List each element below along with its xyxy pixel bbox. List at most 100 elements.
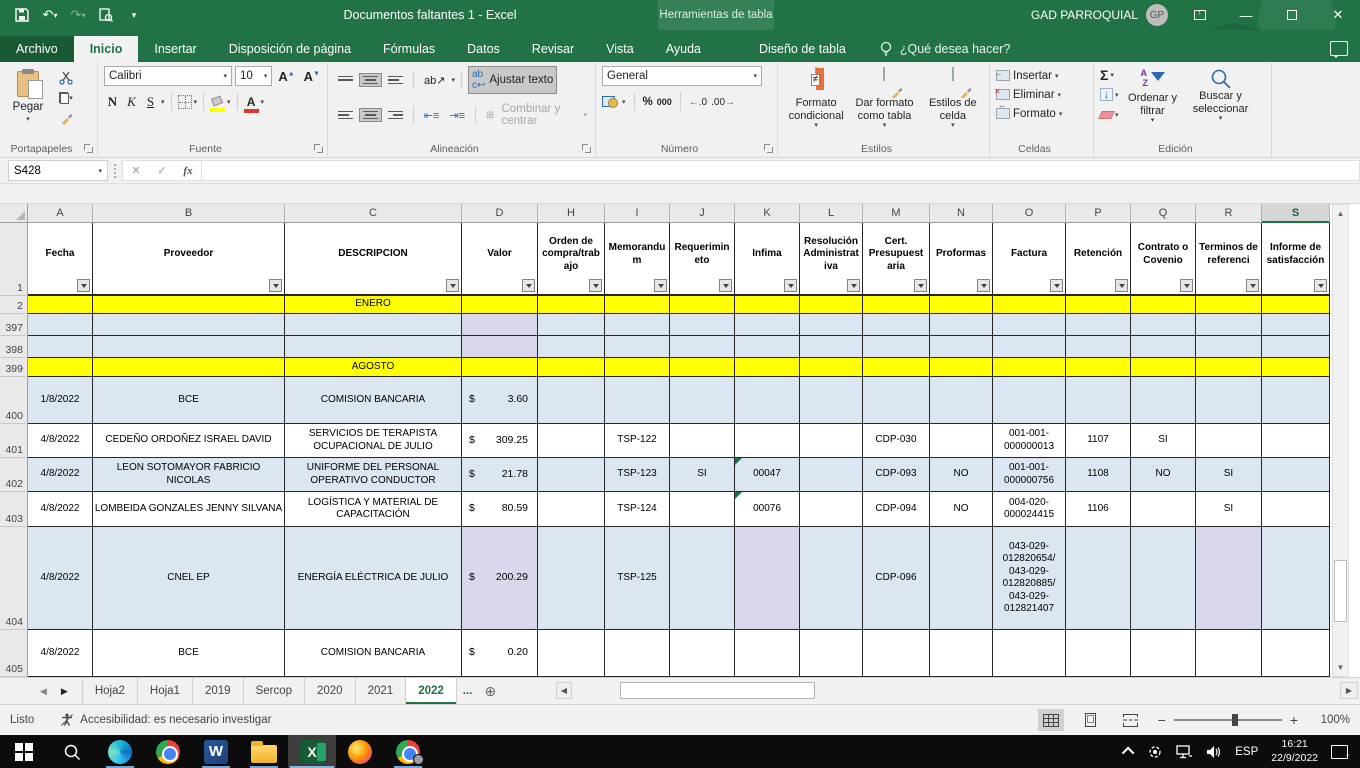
cell-S404[interactable] [1262,527,1330,630]
cell-D402[interactable]: $21.78 [462,458,538,492]
cell-S403[interactable] [1262,492,1330,527]
cell-Q401[interactable]: SI [1131,424,1196,458]
cell-K403[interactable]: 00076 [735,492,800,527]
cell-P400[interactable] [1066,377,1131,424]
cell-C2[interactable]: ENERO [285,296,462,314]
sort-filter-button[interactable]: AZ Ordenar y filtrar▾ [1119,68,1187,125]
chrome-profile-icon[interactable] [384,735,432,768]
cell-M404[interactable]: CDP-096 [863,527,930,630]
sheet-tab-2022[interactable]: 2022 [406,678,457,704]
cell-L403[interactable] [800,492,863,527]
cell-S398[interactable] [1262,336,1330,358]
cell-I397[interactable] [605,314,670,336]
autosum-icon[interactable]: Σ▾ [1100,66,1119,83]
network-icon[interactable] [1176,745,1193,759]
header-cell-H[interactable]: Orden de compra/trabajo [538,223,605,296]
cell-K397[interactable] [735,314,800,336]
cell-I400[interactable] [605,377,670,424]
column-header-H[interactable]: H [538,204,605,223]
clock[interactable]: 16:21 22/9/2022 [1271,738,1318,765]
cell-H399[interactable] [538,358,605,377]
paste-button[interactable]: Pegar ▾ [6,68,50,126]
close-icon[interactable]: ✕ [1316,0,1360,30]
cell-C400[interactable]: COMISION BANCARIA [285,377,462,424]
page-break-view-icon[interactable] [1118,709,1144,731]
cell-H402[interactable] [538,458,605,492]
cell-R401[interactable] [1196,424,1262,458]
column-header-S[interactable]: S [1262,204,1330,223]
header-cell-L[interactable]: Resolución Administrativa [800,223,863,296]
cell-L397[interactable] [800,314,863,336]
cell-S405[interactable] [1262,630,1330,677]
cell-P401[interactable]: 1107 [1066,424,1131,458]
column-header-A[interactable]: A [28,204,93,223]
language-indicator[interactable]: ESP [1235,746,1258,758]
cell-R399[interactable] [1196,358,1262,377]
filter-button[interactable] [1314,279,1327,292]
zoom-slider[interactable] [1174,719,1282,721]
cell-H405[interactable] [538,630,605,677]
filter-button[interactable] [654,279,667,292]
cell-I404[interactable]: TSP-125 [605,527,670,630]
print-preview-icon[interactable] [94,4,118,26]
cell-A403[interactable]: 4/8/2022 [28,492,93,527]
cell-L404[interactable] [800,527,863,630]
cell-S402[interactable] [1262,458,1330,492]
cell-R2[interactable] [1196,296,1262,314]
cell-B399[interactable] [93,358,285,377]
cell-B401[interactable]: CEDEÑO ORDOÑEZ ISRAEL DAVID [93,424,285,458]
insert-cells-button[interactable]: Insertar▾ [996,66,1089,85]
clear-icon[interactable]: ▾ [1100,106,1119,123]
header-cell-D[interactable]: Valor [462,223,538,296]
cell-P399[interactable] [1066,358,1131,377]
cancel-entry-icon[interactable]: ✕ [123,164,149,177]
cell-N399[interactable] [930,358,993,377]
cell-H401[interactable] [538,424,605,458]
cell-L405[interactable] [800,630,863,677]
action-center-icon[interactable] [1331,745,1348,759]
fill-icon[interactable]: ↓▾ [1100,86,1119,103]
cell-N403[interactable]: NO [930,492,993,527]
cell-R398[interactable] [1196,336,1262,358]
edge-icon[interactable] [96,735,144,768]
restore-icon[interactable] [1270,0,1314,30]
cell-A404[interactable]: 4/8/2022 [28,527,93,630]
cell-J398[interactable] [670,336,735,358]
firefox-icon[interactable] [336,735,384,768]
increase-font-icon[interactable]: A▲ [275,69,297,84]
row-number-404[interactable]: 404 [0,527,28,630]
filter-button[interactable] [1246,279,1259,292]
cell-K405[interactable] [735,630,800,677]
cell-I398[interactable] [605,336,670,358]
cell-Q397[interactable] [1131,314,1196,336]
filter-button[interactable] [914,279,927,292]
cell-J400[interactable] [670,377,735,424]
italic-button[interactable]: K [123,94,140,110]
column-header-O[interactable]: O [993,204,1066,223]
header-cell-S[interactable]: Informe de satisfacción [1262,223,1330,296]
format-as-table-button[interactable]: Dar formato como tabla▾ [852,68,916,130]
cell-R403[interactable]: SI [1196,492,1262,527]
decrease-decimal-icon[interactable]: .00→ [711,97,735,108]
vertical-scrollbar[interactable]: ▲ ▼ [1332,204,1349,677]
cell-Q405[interactable] [1131,630,1196,677]
find-select-button[interactable]: Buscar y seleccionar▾ [1187,68,1255,125]
cell-P2[interactable] [1066,296,1131,314]
cell-K400[interactable] [735,377,800,424]
cell-A405[interactable]: 4/8/2022 [28,630,93,677]
column-header-Q[interactable]: Q [1131,204,1196,223]
zoom-out-icon[interactable]: − [1158,712,1166,728]
cell-O404[interactable]: 043-029-012820654/ 043-029-012820885/ 04… [993,527,1066,630]
cell-D400[interactable]: $3.60 [462,377,538,424]
header-cell-O[interactable]: Factura [993,223,1066,296]
cell-S400[interactable] [1262,377,1330,424]
column-header-J[interactable]: J [670,204,735,223]
sheet-tab-2020[interactable]: 2020 [305,678,356,704]
cast-icon[interactable] [1147,745,1163,759]
tab-archivo[interactable]: Archivo [0,36,74,62]
borders-icon[interactable] [178,95,192,109]
cell-A400[interactable]: 1/8/2022 [28,377,93,424]
cell-S399[interactable] [1262,358,1330,377]
cell-Q404[interactable] [1131,527,1196,630]
cell-styles-button[interactable]: Estilos de celda▾ [921,68,985,130]
